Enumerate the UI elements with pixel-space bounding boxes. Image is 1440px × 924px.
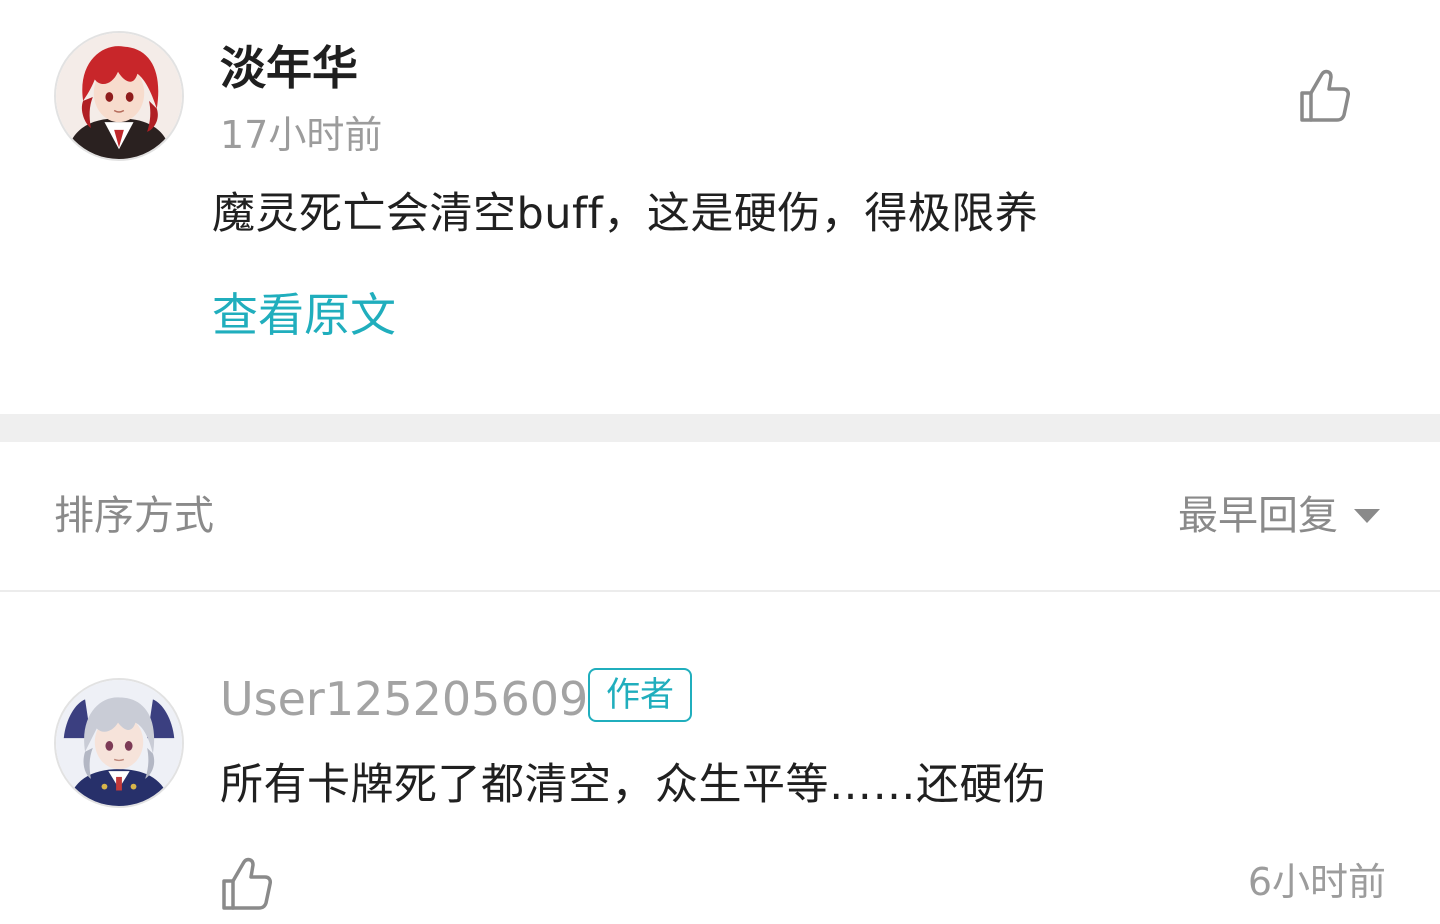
- sort-label: 排序方式: [54, 493, 214, 539]
- main-comment: 淡年华 17小时前 魔灵死亡会清空buff，这是硬伤，得极限养 查看原文: [0, 0, 1440, 414]
- thumbs-up-icon: [222, 857, 272, 910]
- avatar-silver-hair-character-icon: [56, 680, 182, 806]
- comment-timestamp: 17小时前: [220, 113, 383, 157]
- comment-username[interactable]: 淡年华: [220, 38, 358, 98]
- like-button[interactable]: [1296, 66, 1352, 126]
- comment-detail-page: 淡年华 17小时前 魔灵死亡会清空buff，这是硬伤，得极限养 查看原文 排序方…: [0, 0, 1440, 924]
- reply-timestamp: 6小时前: [1247, 860, 1386, 904]
- section-divider: [0, 414, 1440, 442]
- thumbs-up-icon: [1300, 69, 1350, 122]
- avatar-red-hair-character-icon: [56, 33, 182, 159]
- reply-user-avatar[interactable]: [54, 678, 184, 808]
- reply-like-button[interactable]: [218, 854, 274, 914]
- triangle-down-icon[interactable]: [1352, 507, 1382, 525]
- reply-item: User125205609 作者 所有卡牌死了都清空，众生平等……还硬伤 6小时…: [0, 592, 1440, 924]
- sort-selected-value[interactable]: 最早回复: [1178, 488, 1338, 544]
- sort-dropdown[interactable]: 最早回复: [1178, 488, 1382, 544]
- author-badge: 作者: [588, 668, 692, 722]
- view-original-link[interactable]: 查看原文: [212, 284, 396, 346]
- reply-username[interactable]: User125205609: [220, 668, 588, 730]
- reply-content: 所有卡牌死了都清空，众生平等……还硬伤: [220, 760, 1047, 810]
- sort-bar: 排序方式 最早回复: [0, 442, 1440, 592]
- user-avatar[interactable]: [54, 31, 184, 161]
- comment-content: 魔灵死亡会清空buff，这是硬伤，得极限养: [212, 189, 1039, 239]
